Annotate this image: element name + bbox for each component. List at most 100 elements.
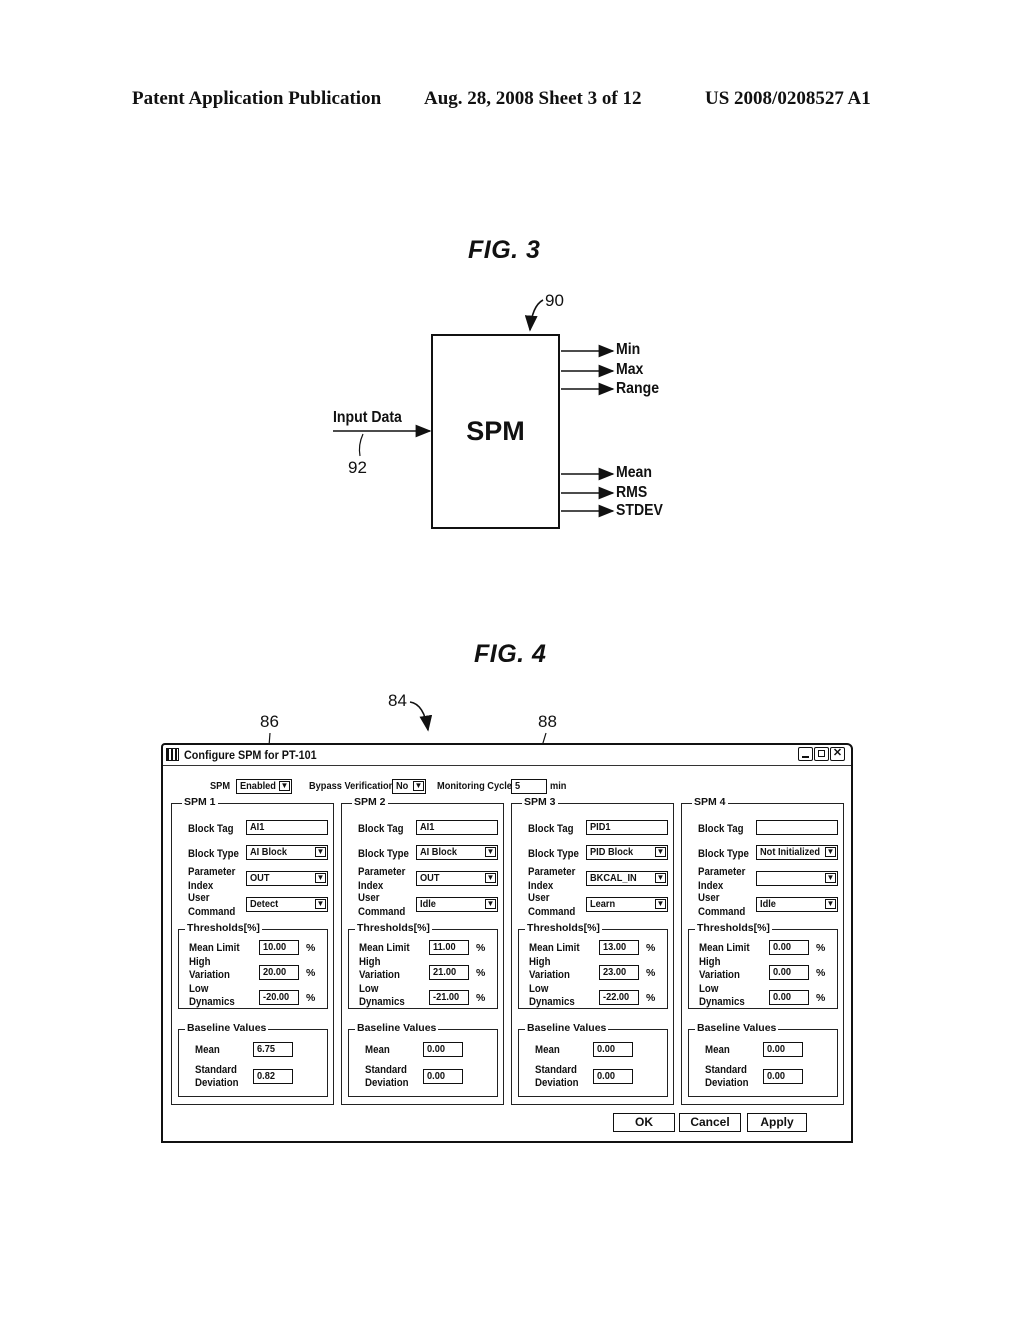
parameter-label: Parameter (698, 866, 746, 878)
percent-label: % (816, 967, 826, 979)
field-value: 0.00 (597, 1070, 615, 1082)
ref-90-leader (524, 299, 544, 332)
block-type-select[interactable]: PID Block ▼ (586, 845, 668, 860)
low-dynamics-input[interactable]: -22.00 (599, 990, 639, 1005)
baseline-mean-input[interactable]: 0.00 (423, 1042, 463, 1057)
command-label: Command (528, 906, 576, 918)
field-value: 6.75 (257, 1043, 275, 1055)
dynamics-label: Dynamics (699, 996, 745, 1008)
ref-84-leader (409, 701, 433, 732)
fig4-title: FIG. 4 (474, 640, 547, 668)
baseline-std-input[interactable]: 0.82 (253, 1069, 293, 1084)
user-label: User (698, 892, 720, 904)
field-value: OUT (250, 872, 270, 884)
high-label: High (529, 956, 551, 968)
parameter-index-select[interactable]: ▼ (756, 871, 838, 886)
spm-group-title: SPM 4 (692, 796, 728, 808)
block-tag-input[interactable]: AI1 (416, 820, 498, 835)
chevron-down-icon: ▼ (825, 899, 836, 909)
thresholds-group: Thresholds[%] Mean Limit 11.00 % High Va… (348, 922, 498, 1009)
block-tag-input[interactable]: AI1 (246, 820, 328, 835)
percent-label: % (306, 942, 316, 954)
bypass-verification-select[interactable]: No ▼ (392, 779, 426, 794)
parameter-index-select[interactable]: OUT ▼ (246, 871, 328, 886)
baseline-mean-input[interactable]: 0.00 (593, 1042, 633, 1057)
high-variation-input[interactable]: 23.00 (599, 965, 639, 980)
mean-limit-input[interactable]: 11.00 (429, 940, 469, 955)
user-command-select[interactable]: Learn ▼ (586, 897, 668, 912)
baseline-values-group: Baseline Values Mean 0.00 Standard Devia… (688, 1022, 838, 1097)
low-label: Low (699, 983, 719, 995)
block-type-select[interactable]: Not Initialized ▼ (756, 845, 838, 860)
high-variation-input[interactable]: 20.00 (259, 965, 299, 980)
user-command-select[interactable]: Idle ▼ (756, 897, 838, 912)
cancel-button[interactable]: Cancel (679, 1113, 741, 1132)
spm-group-1: SPM 1 Block Tag AI1 Block Type AI Block ▼… (171, 796, 334, 1105)
high-variation-input[interactable]: 0.00 (769, 965, 809, 980)
low-dynamics-input[interactable]: -20.00 (259, 990, 299, 1005)
baseline-mean-input[interactable]: 6.75 (253, 1042, 293, 1057)
mean-limit-input[interactable]: 13.00 (599, 940, 639, 955)
ref-92-leader (358, 433, 364, 457)
low-dynamics-input[interactable]: -21.00 (429, 990, 469, 1005)
index-label: Index (188, 880, 214, 892)
thresholds-title: Thresholds[%] (355, 922, 432, 934)
block-tag-input[interactable] (756, 820, 838, 835)
percent-label: % (476, 942, 486, 954)
field-value: 0.00 (767, 1043, 785, 1055)
field-value: 13.00 (603, 941, 627, 953)
spm-group-title: SPM 2 (352, 796, 388, 808)
baseline-values-title: Baseline Values (185, 1022, 269, 1034)
chevron-down-icon: ▼ (485, 847, 496, 857)
field-value: OUT (420, 872, 440, 884)
baseline-std-input[interactable]: 0.00 (423, 1069, 463, 1084)
ref-84: 84 (388, 691, 407, 710)
maximize-icon[interactable] (814, 747, 829, 761)
baseline-std-input[interactable]: 0.00 (593, 1069, 633, 1084)
monitoring-cycle-input[interactable]: 5 (511, 779, 547, 794)
thresholds-title: Thresholds[%] (185, 922, 262, 934)
variation-label: Variation (189, 969, 230, 981)
app-icon (166, 748, 179, 761)
baseline-mean-input[interactable]: 0.00 (763, 1042, 803, 1057)
close-icon[interactable]: ✕ (830, 747, 845, 761)
block-tag-input[interactable]: PID1 (586, 820, 668, 835)
field-value: 0.00 (427, 1043, 445, 1055)
parameter-index-select[interactable]: BKCAL_IN ▼ (586, 871, 668, 886)
command-label: Command (698, 906, 746, 918)
spm-label: SPM (210, 780, 231, 792)
percent-label: % (816, 992, 826, 1004)
mean-limit-input[interactable]: 10.00 (259, 940, 299, 955)
block-type-select[interactable]: AI Block ▼ (416, 845, 498, 860)
block-type-label: Block Type (698, 848, 749, 860)
chevron-down-icon: ▼ (655, 899, 666, 909)
block-tag-label: Block Tag (698, 823, 744, 835)
field-value: 0.00 (773, 941, 791, 953)
ref-86: 86 (260, 712, 279, 731)
baseline-values-title: Baseline Values (695, 1022, 779, 1034)
baseline-std-input[interactable]: 0.00 (763, 1069, 803, 1084)
percent-label: % (646, 992, 656, 1004)
ok-button[interactable]: OK (613, 1113, 675, 1132)
standard-label: Standard (195, 1064, 237, 1076)
minimize-icon[interactable] (798, 747, 813, 761)
mean-limit-label: Mean Limit (189, 942, 240, 954)
variation-label: Variation (699, 969, 740, 981)
high-variation-input[interactable]: 21.00 (429, 965, 469, 980)
thresholds-group: Thresholds[%] Mean Limit 0.00 % High Var… (688, 922, 838, 1009)
mean-limit-input[interactable]: 0.00 (769, 940, 809, 955)
user-command-select[interactable]: Detect ▼ (246, 897, 328, 912)
user-command-select[interactable]: Idle ▼ (416, 897, 498, 912)
block-tag-label: Block Tag (528, 823, 574, 835)
high-label: High (699, 956, 721, 968)
parameter-index-select[interactable]: OUT ▼ (416, 871, 498, 886)
parameter-label: Parameter (358, 866, 406, 878)
ref-90: 90 (545, 291, 564, 310)
spm-enabled-select[interactable]: Enabled ▼ (236, 779, 292, 794)
thresholds-title: Thresholds[%] (525, 922, 602, 934)
ref-92: 92 (348, 458, 367, 477)
block-type-select[interactable]: AI Block ▼ (246, 845, 328, 860)
apply-button[interactable]: Apply (747, 1113, 807, 1132)
percent-label: % (306, 967, 316, 979)
low-dynamics-input[interactable]: 0.00 (769, 990, 809, 1005)
